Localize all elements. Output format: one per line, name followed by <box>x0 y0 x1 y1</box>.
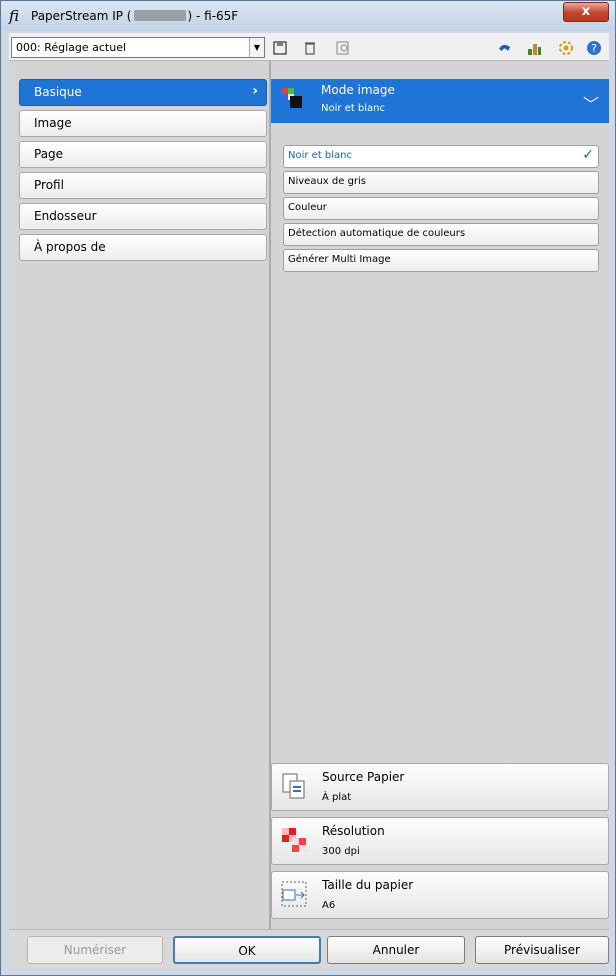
option-black-white[interactable]: Noir et blanc ✓ <box>283 145 599 168</box>
option-label: Générer Multi Image <box>288 254 391 265</box>
cancel-button[interactable]: Annuler <box>327 936 465 964</box>
paper-size-title: Taille du papier <box>322 878 414 892</box>
nav-item-label: Image <box>34 116 72 130</box>
option-label: Noir et blanc <box>288 150 353 161</box>
option-color[interactable]: Couleur <box>283 197 599 220</box>
paper-source-title: Source Papier <box>322 770 405 784</box>
mode-image-header[interactable]: Mode image Noir et blanc ﹀ <box>271 79 609 123</box>
preset-select[interactable]: 000: Réglage actuel ▼ <box>11 37 265 58</box>
preview-button-label: Prévisualiser <box>504 943 580 957</box>
resolution-value: 300 dpi <box>322 846 360 857</box>
mode-options-list: Noir et blanc ✓ Niveaux de gris Couleur … <box>283 145 599 275</box>
option-label: Niveaux de gris <box>288 176 367 187</box>
scan-button[interactable]: Numériser <box>27 936 163 964</box>
nav-item-label: Basique <box>34 85 82 99</box>
close-icon: x <box>581 4 591 19</box>
resolution-icon <box>282 828 306 852</box>
nav-item-about[interactable]: À propos de <box>19 234 267 261</box>
app-window: fi PaperStream IP ( ) - fi-65F x 000: Rég… <box>0 0 616 976</box>
preview-scan-icon[interactable] <box>335 39 353 57</box>
mode-image-title: Mode image <box>321 83 395 97</box>
nav-item-profil[interactable]: Profil <box>19 172 267 199</box>
window-title: PaperStream IP ( ) - fi-65F <box>31 9 238 23</box>
help-icon[interactable]: ? <box>585 39 603 57</box>
save-icon[interactable] <box>271 39 289 57</box>
paper-size-value: A6 <box>322 900 336 911</box>
paper-source-value: À plat <box>322 792 352 803</box>
nav-item-endosseur[interactable]: Endosseur <box>19 203 267 230</box>
app-logo-icon: fi <box>9 7 20 25</box>
nav-item-basique[interactable]: Basique › <box>19 79 267 106</box>
preset-value: 000: Réglage actuel <box>16 41 127 54</box>
title-prefix: PaperStream IP ( <box>31 9 132 23</box>
chevron-right-icon: › <box>252 83 258 99</box>
resolution-title: Résolution <box>322 824 385 838</box>
option-auto-color[interactable]: Détection automatique de couleurs <box>283 223 599 246</box>
undo-icon[interactable] <box>495 39 513 57</box>
option-label: Couleur <box>288 202 327 213</box>
paper-size-icon <box>281 881 307 907</box>
toolbar: 000: Réglage actuel ▼ ? <box>9 33 609 61</box>
settings-icon[interactable] <box>557 39 575 57</box>
client-area: 000: Réglage actuel ▼ ? Basique › Image … <box>9 33 609 969</box>
svg-text:?: ? <box>591 42 597 55</box>
chevron-down-icon[interactable]: ﹀ <box>583 91 599 115</box>
cancel-button-label: Annuler <box>372 943 420 957</box>
paper-size-card[interactable]: Taille du papier A6 <box>271 871 609 919</box>
nav-item-label: Page <box>34 147 64 161</box>
preview-button[interactable]: Prévisualiser <box>475 936 609 964</box>
ok-button-label: OK <box>238 944 256 958</box>
paper-source-icon <box>282 773 305 799</box>
profile-tree-icon[interactable] <box>525 39 543 57</box>
mode-image-value: Noir et blanc <box>321 103 386 114</box>
footer-bar: Numériser OK Annuler Prévisualiser <box>9 929 609 969</box>
nav-item-image[interactable]: Image <box>19 110 267 137</box>
chevron-down-icon[interactable]: ▼ <box>249 38 264 57</box>
nav-item-label: À propos de <box>34 240 106 254</box>
image-mode-icon <box>282 88 302 108</box>
nav-item-page[interactable]: Page <box>19 141 267 168</box>
close-button[interactable]: x <box>563 2 609 22</box>
title-bar[interactable]: fi PaperStream IP ( ) - fi-65F x <box>1 1 615 31</box>
scan-button-label: Numériser <box>63 943 127 957</box>
title-suffix: ) - fi-65F <box>187 9 239 23</box>
nav-item-label: Endosseur <box>34 209 97 223</box>
checkmark-icon: ✓ <box>582 147 594 163</box>
option-label: Détection automatique de couleurs <box>288 228 466 239</box>
resolution-card[interactable]: Résolution 300 dpi <box>271 817 609 865</box>
redacted-name <box>133 10 186 21</box>
nav-item-label: Profil <box>34 178 64 192</box>
left-nav: Basique › Image Page Profil Endosseur À … <box>19 79 267 265</box>
paper-source-card[interactable]: Source Papier À plat <box>271 763 609 811</box>
option-multi-image[interactable]: Générer Multi Image <box>283 249 599 272</box>
delete-icon[interactable] <box>301 39 319 57</box>
option-grayscale[interactable]: Niveaux de gris <box>283 171 599 194</box>
ok-button[interactable]: OK <box>173 936 321 964</box>
